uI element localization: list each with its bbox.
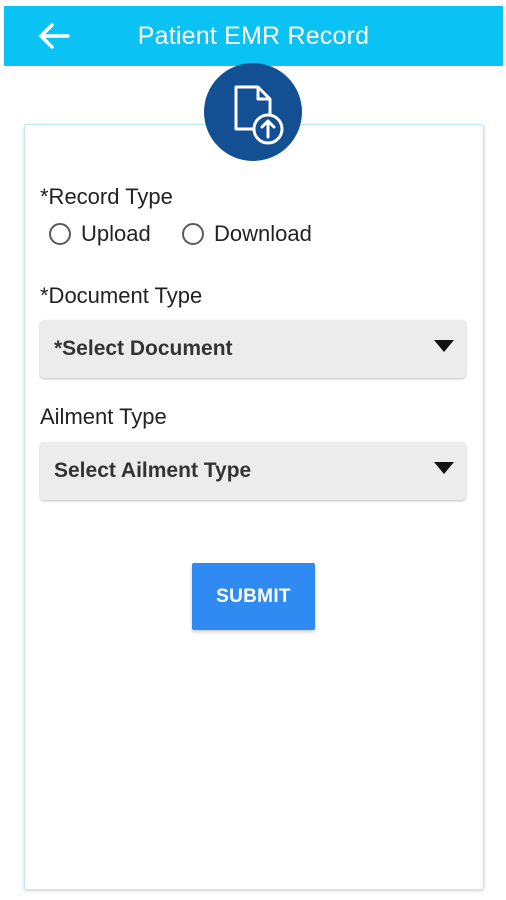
- caret-down-icon: [434, 340, 454, 352]
- submit-button[interactable]: SUBMIT: [192, 563, 315, 630]
- document-type-value: *Select Document: [54, 337, 233, 360]
- caret-down-icon: [434, 462, 454, 474]
- radio-upload-circle[interactable]: [49, 223, 71, 245]
- radio-upload[interactable]: Upload: [49, 221, 151, 247]
- radio-download-circle[interactable]: [182, 223, 204, 245]
- radio-download[interactable]: Download: [182, 221, 312, 247]
- document-type-dropdown[interactable]: *Select Document: [40, 320, 466, 378]
- ailment-type-label: Ailment Type: [40, 404, 167, 429]
- radio-download-label: Download: [214, 221, 312, 246]
- ailment-type-dropdown[interactable]: Select Ailment Type: [40, 442, 466, 500]
- page-title: Patient EMR Record: [137, 22, 370, 50]
- document-type-label: *Document Type: [40, 283, 203, 308]
- document-upload-icon: [234, 85, 284, 145]
- radio-upload-label: Upload: [81, 221, 151, 246]
- record-type-label: *Record Type: [40, 184, 173, 209]
- ailment-type-value: Select Ailment Type: [54, 459, 252, 482]
- header-badge: [204, 63, 302, 161]
- app-bar: Patient EMR Record: [4, 6, 503, 66]
